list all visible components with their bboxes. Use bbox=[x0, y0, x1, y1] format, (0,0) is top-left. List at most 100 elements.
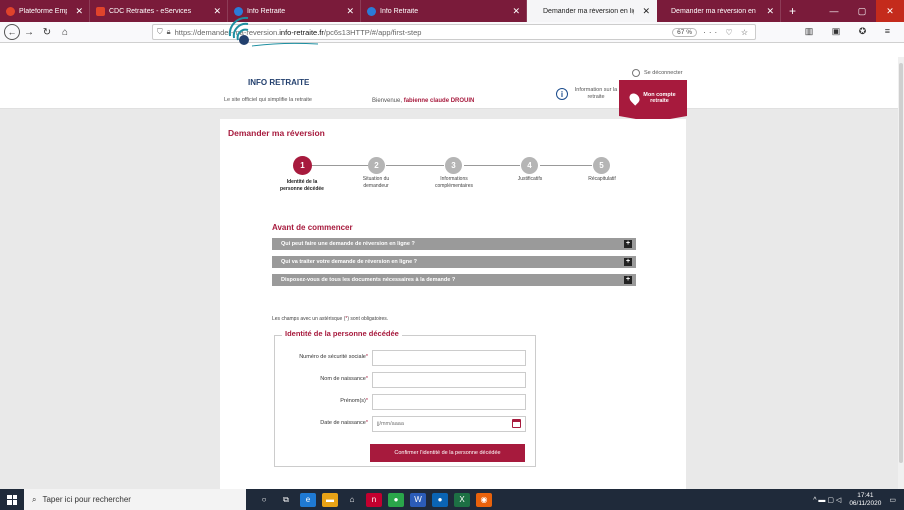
new-tab-button[interactable]: + bbox=[781, 0, 804, 22]
info-label: Information sur la retraite bbox=[574, 87, 618, 100]
page-actions-icon[interactable]: ··· ♡ ☆ bbox=[703, 28, 751, 37]
lock-icon: 🔒︎ bbox=[166, 27, 171, 36]
step-3-label: Informations complémentaires bbox=[434, 176, 474, 189]
page-scrollbar[interactable] bbox=[898, 57, 904, 489]
windows-taskbar: ⌕ Taper ici pour rechercher ○ ⧉ e ▬ ⌂ n … bbox=[0, 489, 904, 510]
logout-link[interactable]: Se déconnecter bbox=[632, 69, 683, 77]
system-tray: ^ ▬ ▢ ◁ 17:41 06/11/2020 ▭ bbox=[813, 492, 904, 508]
close-window-button[interactable]: ✕ bbox=[876, 0, 904, 22]
greeting-prefix: Bienvenue, bbox=[372, 98, 403, 104]
clock-time: 17:41 bbox=[857, 491, 874, 499]
explorer-icon[interactable]: ▬ bbox=[322, 492, 338, 507]
firefox-icon[interactable]: ◉ bbox=[476, 492, 492, 507]
tray-icons[interactable]: ^ ▬ ▢ ◁ bbox=[813, 496, 841, 504]
accordion-qui-peut[interactable]: Qui peut faire une demande de réversion … bbox=[272, 238, 636, 250]
maximize-button[interactable]: ▢ bbox=[848, 0, 876, 22]
close-icon[interactable]: ✕ bbox=[512, 6, 520, 17]
app-icon[interactable]: n bbox=[366, 492, 382, 507]
toolbar-icons[interactable]: ▥ ▣ ✪ ≡ bbox=[805, 26, 898, 37]
step-connector bbox=[386, 165, 444, 166]
browser-tab[interactable]: Info Retraite ✕ bbox=[361, 0, 527, 22]
accordion-qui-traite[interactable]: Qui va traiter votre demande de réversio… bbox=[272, 256, 636, 268]
site-tagline: Le site officiel qui simplifie la retrai… bbox=[224, 97, 312, 103]
nss-input[interactable] bbox=[372, 350, 526, 366]
nom-naissance-input[interactable] bbox=[372, 372, 526, 388]
tab-favicon-icon bbox=[96, 6, 105, 16]
clock-date: 06/11/2020 bbox=[849, 499, 882, 507]
app-icon[interactable]: ● bbox=[432, 492, 448, 507]
tab-title: Demander ma réversion en lig bbox=[671, 7, 759, 15]
forward-button[interactable]: → bbox=[20, 27, 38, 38]
reload-button[interactable]: ↻ bbox=[38, 27, 56, 38]
cortana-icon[interactable]: ○ bbox=[256, 493, 272, 507]
browser-tab[interactable]: Plateforme Employeurs Public ✕ bbox=[0, 0, 90, 22]
step-4-label: Justificatifs bbox=[517, 176, 543, 182]
browser-toolbar: ← → ↻ ⌂ ⛉ 🔒︎ https://demander-ma-reversi… bbox=[0, 22, 904, 43]
clock[interactable]: 17:41 06/11/2020 bbox=[849, 492, 881, 508]
form-legend: Identité de la personne décédée bbox=[282, 329, 402, 338]
close-icon[interactable]: ✕ bbox=[75, 6, 83, 17]
chrome-icon[interactable]: ● bbox=[388, 492, 404, 507]
taskbar-apps: ○ ⧉ e ▬ ⌂ n ● W ● X ◉ bbox=[256, 492, 492, 507]
close-icon[interactable]: ✕ bbox=[213, 6, 221, 17]
nss-label: Numéro de sécurité sociale* bbox=[299, 354, 368, 360]
step-3-circle: 3 bbox=[445, 157, 462, 174]
mon-compte-button[interactable]: Mon compte retraite bbox=[619, 80, 687, 116]
close-icon[interactable]: ✕ bbox=[642, 6, 650, 17]
page-title: Demander ma réversion bbox=[228, 128, 325, 138]
back-button[interactable]: ← bbox=[4, 24, 20, 40]
tab-title: Plateforme Employeurs Public bbox=[19, 7, 68, 15]
notification-icon[interactable]: ▭ bbox=[889, 496, 896, 504]
word-icon[interactable]: W bbox=[410, 492, 426, 507]
required-suffix: ) sont obligatoires. bbox=[347, 316, 389, 322]
step-1-label: Identité de la personne décédée bbox=[280, 179, 324, 192]
browser-tab-active[interactable]: Demander ma réversion en lig ✕ bbox=[527, 0, 657, 22]
logo-text: INFO RETRAITE bbox=[248, 78, 310, 87]
edge-icon[interactable]: e bbox=[300, 492, 316, 507]
step-connector bbox=[540, 165, 592, 166]
excel-icon[interactable]: X bbox=[454, 492, 470, 507]
field-row-date: Date de naissance* bbox=[274, 416, 536, 432]
accordion-label: Qui peut faire une demande de réversion … bbox=[281, 241, 415, 247]
confirm-identity-button[interactable]: Confirmer l'identité de la personne décé… bbox=[370, 444, 525, 462]
plus-icon[interactable]: + bbox=[624, 276, 632, 284]
info-retraite-link[interactable]: i Information sur la retraite bbox=[556, 87, 618, 101]
prenom-input[interactable] bbox=[372, 394, 526, 410]
tab-title: Demander ma réversion en lig bbox=[543, 7, 635, 15]
home-button[interactable]: ⌂ bbox=[56, 27, 74, 38]
task-view-icon[interactable]: ⧉ bbox=[278, 493, 294, 507]
date-naissance-input[interactable] bbox=[372, 416, 526, 432]
taskbar-search[interactable]: ⌕ Taper ici pour rechercher bbox=[24, 489, 246, 510]
tab-title: CDC Retraites - eServices bbox=[109, 7, 192, 15]
close-icon[interactable]: ✕ bbox=[346, 6, 354, 17]
browser-tab[interactable]: CDC Retraites - eServices ✕ bbox=[90, 0, 228, 22]
zoom-indicator[interactable]: 67 % bbox=[672, 27, 697, 37]
search-icon: ⌕ bbox=[32, 494, 37, 504]
required-fields-note: Les champs avec un astérisque (*) sont o… bbox=[272, 316, 388, 322]
accordion-label: Disposez-vous de tous les documents néce… bbox=[281, 277, 456, 283]
accordion-documents[interactable]: Disposez-vous de tous les documents néce… bbox=[272, 274, 636, 286]
close-icon[interactable]: ✕ bbox=[766, 6, 774, 17]
account-label: Mon compte retraite bbox=[643, 92, 676, 104]
shield-icon: ⛉ bbox=[157, 27, 163, 36]
minimize-button[interactable]: — bbox=[820, 0, 848, 22]
info-retraite-logo[interactable] bbox=[222, 8, 332, 48]
section-title: Avant de commencer bbox=[272, 223, 353, 232]
start-button[interactable] bbox=[0, 489, 24, 510]
browser-tab[interactable]: Demander ma réversion en lig ✕ bbox=[657, 0, 781, 22]
step-4-circle: 4 bbox=[521, 157, 538, 174]
tab-title: Info Retraite bbox=[380, 7, 419, 15]
store-icon[interactable]: ⌂ bbox=[344, 493, 360, 507]
plus-icon[interactable]: + bbox=[624, 258, 632, 266]
required-prefix: Les champs avec un astérisque ( bbox=[272, 316, 346, 322]
window-controls: — ▢ ✕ bbox=[820, 0, 904, 22]
info-icon: i bbox=[556, 88, 568, 100]
windows-icon bbox=[7, 494, 17, 505]
calendar-icon[interactable] bbox=[512, 419, 521, 428]
accordion-label: Qui va traiter votre demande de réversio… bbox=[281, 259, 418, 265]
tab-favicon-icon bbox=[6, 6, 15, 16]
field-row-prenom: Prénom(s)* bbox=[274, 394, 536, 410]
power-icon bbox=[632, 69, 640, 77]
scrollbar-thumb[interactable] bbox=[899, 63, 903, 463]
plus-icon[interactable]: + bbox=[624, 240, 632, 248]
